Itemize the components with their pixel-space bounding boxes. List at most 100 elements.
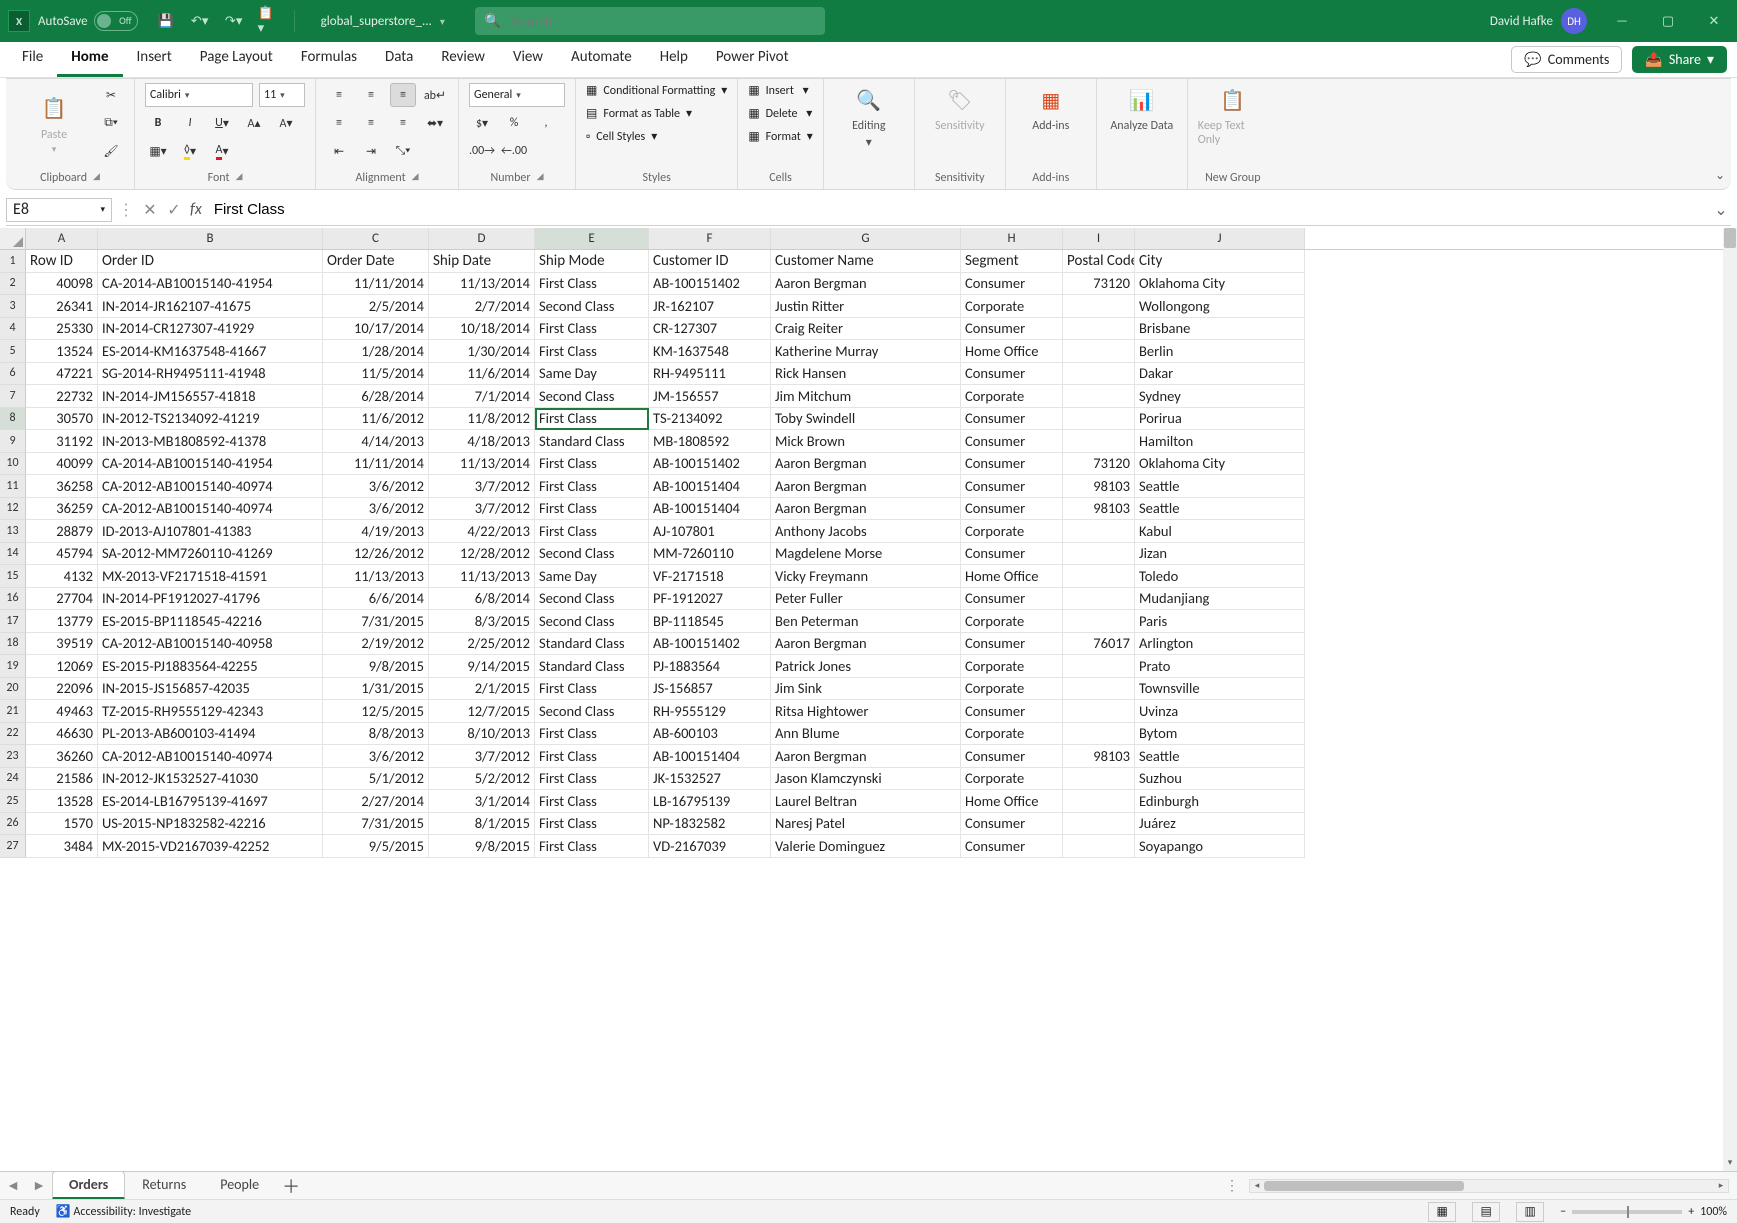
zoom-in-button[interactable]: + [1688,1205,1694,1219]
cell[interactable]: 11/6/2012 [323,408,429,431]
tab-power-pivot[interactable]: Power Pivot [702,42,803,77]
cell[interactable]: 73120 [1063,273,1135,296]
cell[interactable]: Second Class [535,700,649,723]
dialog-launcher-icon[interactable]: ◢ [93,171,100,185]
number-format-combo[interactable]: General▾ [469,83,565,107]
cell[interactable]: Rick Hansen [771,363,961,386]
cell-styles-button[interactable]: ▫ Cell Styles ▾ [586,129,727,144]
cell[interactable]: 8/8/2013 [323,723,429,746]
align-right-button[interactable]: ≡ [390,111,416,135]
cell[interactable]: CA-2012-AB10015140-40958 [98,633,323,656]
cell[interactable]: Same Day [535,565,649,588]
cell[interactable]: Jason Klamczynski [771,768,961,791]
tab-automate[interactable]: Automate [557,42,646,77]
cell[interactable]: 1/30/2014 [429,340,535,363]
cell[interactable]: Consumer [961,408,1063,431]
cell[interactable]: Oklahoma City [1135,453,1305,476]
cell[interactable]: 25330 [26,318,98,341]
name-box[interactable]: E8▾ [6,198,112,222]
cell[interactable]: 13524 [26,340,98,363]
cell[interactable]: Oklahoma City [1135,273,1305,296]
zoom-slider[interactable] [1572,1210,1682,1214]
cell[interactable]: First Class [535,318,649,341]
cell[interactable]: JK-1532527 [649,768,771,791]
cell[interactable]: Standard Class [535,655,649,678]
cell[interactable]: 2/27/2014 [323,790,429,813]
cell[interactable]: MB-1808592 [649,430,771,453]
delete-cells-button[interactable]: ▦ Delete ▾ [748,106,812,121]
cell[interactable]: 26341 [26,295,98,318]
align-top-button[interactable]: ≡ [326,83,352,107]
cell[interactable]: Prato [1135,655,1305,678]
dialog-launcher-icon[interactable]: ◢ [412,171,419,185]
row-header[interactable]: 25 [0,790,26,813]
cell[interactable] [1063,430,1135,453]
save-icon[interactable]: 💾 [156,11,176,31]
cell[interactable]: Mudanjiang [1135,588,1305,611]
cell[interactable]: Corporate [961,655,1063,678]
autosave-switch[interactable]: Off [94,11,138,31]
cell[interactable]: TS-2134092 [649,408,771,431]
tab-insert[interactable]: Insert [123,42,186,77]
cell[interactable]: AB-100151404 [649,498,771,521]
cell[interactable]: 11/8/2012 [429,408,535,431]
row-header[interactable]: 8 [0,408,26,431]
wrap-text-button[interactable]: ab↵ [422,83,448,107]
cell[interactable]: Jim Mitchum [771,385,961,408]
cell[interactable] [1063,385,1135,408]
cell[interactable]: VD-2167039 [649,835,771,858]
cell[interactable]: 98103 [1063,475,1135,498]
cell[interactable]: Consumer [961,813,1063,836]
row-header[interactable]: 9 [0,430,26,453]
cell[interactable]: Dakar [1135,363,1305,386]
cell[interactable]: First Class [535,678,649,701]
cell[interactable]: MX-2013-VF2171518-41591 [98,565,323,588]
cell[interactable] [1063,295,1135,318]
decrease-font-button[interactable]: A▾ [273,111,299,135]
cell[interactable]: IN-2014-CR127307-41929 [98,318,323,341]
cell[interactable]: Corporate [961,678,1063,701]
cell[interactable]: 73120 [1063,453,1135,476]
cell[interactable] [1063,723,1135,746]
paste-button[interactable]: 📋 Paste▾ [16,92,92,155]
column-header[interactable]: C [323,228,429,249]
cell[interactable]: Order ID [98,250,323,273]
cell[interactable]: 11/11/2014 [323,453,429,476]
cell[interactable]: Edinburgh [1135,790,1305,813]
cell[interactable] [1063,520,1135,543]
cell[interactable]: Consumer [961,273,1063,296]
cell[interactable]: 4/19/2013 [323,520,429,543]
cell[interactable]: TZ-2015-RH9555129-42343 [98,700,323,723]
redo-icon[interactable]: ↷▾ [224,11,244,31]
cell[interactable]: ES-2015-PJ1883564-42255 [98,655,323,678]
cell[interactable]: Second Class [535,588,649,611]
cell[interactable]: RH-9555129 [649,700,771,723]
page-layout-view-button[interactable]: ▤ [1472,1202,1500,1222]
dialog-launcher-icon[interactable]: ◢ [235,171,242,185]
cell[interactable]: 12/5/2015 [323,700,429,723]
cell[interactable] [1063,813,1135,836]
cell[interactable]: Seattle [1135,475,1305,498]
cell[interactable]: 8/3/2015 [429,610,535,633]
cell[interactable]: Customer ID [649,250,771,273]
cell[interactable]: First Class [535,498,649,521]
cell[interactable]: First Class [535,520,649,543]
cell[interactable] [1063,565,1135,588]
cell[interactable] [1063,318,1135,341]
tab-data[interactable]: Data [371,42,427,77]
cell[interactable]: Brisbane [1135,318,1305,341]
cell[interactable]: Home Office [961,340,1063,363]
cell[interactable]: Suzhou [1135,768,1305,791]
cell[interactable]: Paris [1135,610,1305,633]
cell[interactable]: IN-2013-MB1808592-41378 [98,430,323,453]
cell[interactable]: 8/10/2013 [429,723,535,746]
row-header[interactable]: 16 [0,588,26,611]
column-header[interactable]: B [98,228,323,249]
cell[interactable]: ID-2013-AJ107801-41383 [98,520,323,543]
cell[interactable]: First Class [535,723,649,746]
cell[interactable]: 46630 [26,723,98,746]
scroll-left-icon[interactable]: ◂ [1250,1180,1264,1191]
cell[interactable]: NP-1832582 [649,813,771,836]
font-name-combo[interactable]: Calibri▾ [145,83,253,107]
cell[interactable]: Hamilton [1135,430,1305,453]
